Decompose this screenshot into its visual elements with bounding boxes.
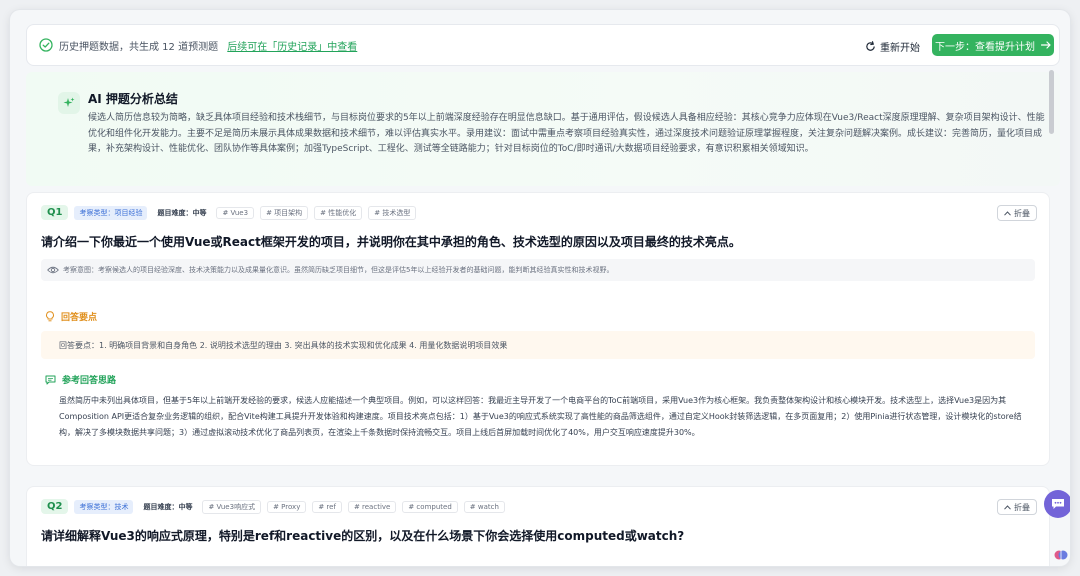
intent-text: 考察意图：考察候选人的项目经验深度、技术决策能力以及成果量化意识。虽然简历缺乏项…	[63, 266, 614, 274]
history-bar: 历史押题数据，共生成 12 道预测题 后续可在「历史记录」中查看 重新开始 下一…	[26, 24, 1060, 66]
brain-icon[interactable]	[1054, 548, 1068, 562]
question-meta: Q1 考察类型：项目经验 题目难度：中等 # Vue3 # 项目架构 # 性能优…	[41, 205, 417, 220]
scrollbar-thumb[interactable]	[1049, 70, 1054, 134]
fold-label: 折叠	[1014, 208, 1030, 218]
reference-answer-text: 虽然简历中未列出具体项目，但基于5年以上前端开发经验的要求，候选人应能描述一个典…	[59, 396, 1022, 437]
tag: # computed	[402, 500, 458, 513]
fold-button[interactable]: 折叠	[997, 205, 1037, 221]
tag: # Vue3	[216, 206, 255, 219]
points-heading-label: 回答要点	[61, 313, 98, 323]
question-type-badge: 考察类型：技术	[74, 499, 134, 514]
question-number: Q1	[41, 205, 69, 220]
chat-assistant-button[interactable]	[1044, 490, 1070, 518]
question-difficulty: 题目难度：中等	[157, 208, 207, 217]
tag: # 性能优化	[314, 205, 363, 220]
tag: # 项目架构	[260, 205, 309, 220]
question-card-q2: Q2 考察类型：技术 题目难度：中等 # Vue3响应式 # Proxy # r…	[26, 486, 1050, 566]
chevron-up-icon	[1004, 210, 1011, 216]
arrow-right-icon	[1041, 41, 1051, 49]
chat-icon	[1052, 499, 1064, 509]
fold-button[interactable]: 折叠	[997, 499, 1037, 515]
tag: # 技术选型	[368, 205, 417, 220]
question-card-q1: Q1 考察类型：项目经验 题目难度：中等 # Vue3 # 项目架构 # 性能优…	[26, 192, 1050, 466]
chevron-up-icon	[1004, 504, 1011, 510]
tag: # ref	[312, 500, 342, 513]
ai-summary-panel: AI 押题分析总结 候选人简历信息较为简略，缺乏具体项目经验和技术栈细节，与目标…	[26, 72, 1060, 186]
restart-button[interactable]: 重新开始	[865, 36, 920, 56]
tag: # watch	[463, 500, 505, 513]
next-step-label: 下一步：查看提升计划	[935, 41, 1035, 53]
tag: # Vue3响应式	[202, 499, 262, 514]
summary-title: AI 押题分析总结	[88, 92, 178, 106]
tag: # Proxy	[267, 500, 307, 513]
question-number: Q2	[41, 499, 69, 514]
history-status-text: 历史押题数据，共生成 12 道预测题	[59, 42, 219, 53]
answer-points-text: 回答要点：1. 明确项目背景和自身角色 2. 说明技术选型的理由 3. 突出具体…	[59, 340, 508, 350]
reference-answer-heading: 参考回答思路	[45, 373, 116, 386]
question-type-badge: 考察类型：项目经验	[74, 205, 148, 220]
refresh-icon	[866, 40, 875, 51]
sparkle-icon	[58, 92, 80, 114]
answer-heading-label: 参考回答思路	[62, 376, 117, 386]
lightbulb-icon	[46, 311, 54, 322]
question-intent: 考察意图：考察候选人的项目经验深度、技术决策能力以及成果量化意识。虽然简历缺乏项…	[41, 259, 1035, 281]
history-status: 历史押题数据，共生成 12 道预测题 后续可在「历史记录」中查看	[59, 38, 357, 53]
fold-label: 折叠	[1014, 502, 1030, 512]
question-difficulty: 题目难度：中等	[143, 502, 193, 511]
history-record-link[interactable]: 后续可在「历史记录」中查看	[227, 42, 357, 53]
question-title: 请详细解释Vue3的响应式原理，特别是ref和reactive的区别，以及在什么…	[41, 529, 685, 543]
answer-points-heading: 回答要点	[45, 310, 97, 323]
chat-message-icon	[45, 375, 56, 384]
eye-icon	[47, 266, 59, 274]
question-meta: Q2 考察类型：技术 题目难度：中等 # Vue3响应式 # Proxy # r…	[41, 499, 505, 514]
question-title: 请介绍一下你最近一个使用Vue或React框架开发的项目，并说明你在其中承担的角…	[41, 235, 741, 249]
check-circle-icon	[39, 38, 53, 52]
answer-points-box: 回答要点：1. 明确项目背景和自身角色 2. 说明技术选型的理由 3. 突出具体…	[41, 331, 1035, 359]
restart-label: 重新开始	[880, 42, 920, 54]
next-step-button[interactable]: 下一步：查看提升计划	[932, 34, 1054, 56]
summary-body: 候选人简历信息较为简略，缺乏具体项目经验和技术栈细节，与目标岗位要求的5年以上前…	[88, 113, 1045, 154]
tag: # reactive	[347, 500, 397, 513]
app-window: 历史押题数据，共生成 12 道预测题 后续可在「历史记录」中查看 重新开始 下一…	[10, 10, 1070, 566]
